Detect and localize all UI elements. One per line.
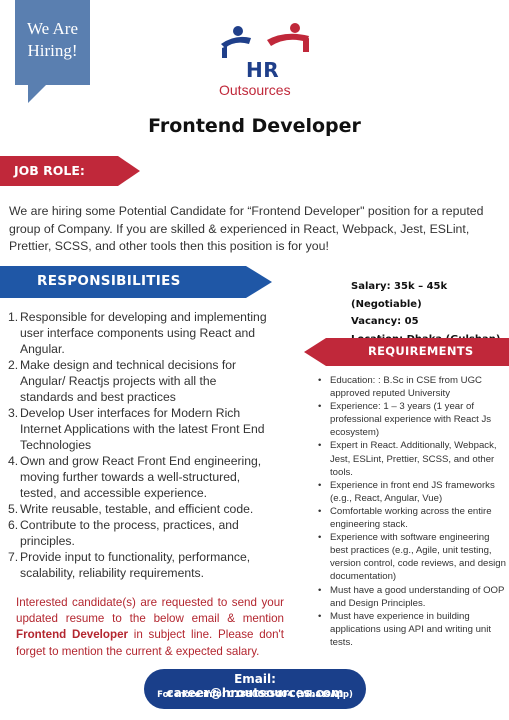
list-item: 7. Provide input to functionality, perfor… [8, 549, 270, 581]
bullet-icon: • [318, 584, 322, 596]
application-note-position: Frontend Developer [16, 628, 129, 642]
application-note: Interested candidate(s) are requested to… [16, 595, 284, 660]
logo-hr-text: HR [246, 58, 280, 82]
list-item-text: Must have a good understanding of OOP an… [330, 584, 505, 609]
list-item-number: 2. [8, 358, 19, 372]
list-item: • Education: : B.Sc in CSE from UGC appro… [318, 374, 508, 400]
intro-paragraph: We are hiring some Potential Candidate f… [9, 204, 484, 253]
list-item: • Experience: 1 – 3 years (1 year of prof… [318, 400, 508, 439]
list-item: • Comfortable working across the entire e… [318, 505, 508, 531]
vacancy-text: Vacancy: 05 [351, 316, 419, 327]
list-item-text: Must have experience in building applica… [330, 610, 492, 648]
list-item-text: Education: : B.Sc in CSE from UGC approv… [330, 375, 482, 400]
list-item-number: 1. [8, 310, 19, 324]
list-item: 4. Own and grow React Front End engineeri… [8, 453, 270, 501]
list-item-text: Responsible for developing and implement… [20, 310, 267, 356]
salary-text: Salary: 35k – 45k (Negotiable) [351, 281, 448, 310]
list-item-text: Experience in front end JS frameworks (e… [330, 479, 495, 504]
list-item: 5. Write reusable, testable, and efficien… [8, 501, 270, 517]
list-item-text: Provide input to functionality, performa… [20, 550, 251, 580]
list-item-text: Make design and technical decisions for … [20, 358, 237, 404]
list-item: • Expert in React. Additionally, Webpack,… [318, 439, 508, 478]
requirements-list: • Education: : B.Sc in CSE from UGC appro… [318, 374, 508, 649]
list-item-text: Develop User interfaces for Modern Rich … [20, 406, 265, 452]
list-item: 2. Make design and technical decisions fo… [8, 357, 270, 405]
list-item-text: Expert in React. Additionally, Webpack, … [330, 440, 497, 478]
hiring-badge-line2: Hiring! [27, 41, 78, 60]
list-item-text: Experience: 1 – 3 years (1 year of profe… [330, 401, 492, 439]
contact-phone-text: For more info: 01880085404 (WhatsApp) [157, 690, 353, 700]
list-item: 6. Contribute to the process, practices, … [8, 517, 270, 549]
list-item: • Must have experience in building applic… [318, 610, 508, 649]
job-title: Frontend Developer [148, 115, 361, 137]
list-item: 3. Develop User interfaces for Modern Ric… [8, 405, 270, 453]
bullet-icon: • [318, 440, 322, 452]
bullet-icon: • [318, 505, 322, 517]
list-item-number: 7. [8, 550, 19, 564]
responsibilities-heading: RESPONSIBILITIES [37, 273, 181, 289]
bullet-icon: • [318, 401, 322, 413]
list-item: • Experience in front end JS frameworks (… [318, 479, 508, 505]
list-item-number: 5. [8, 502, 19, 516]
job-role-heading: JOB ROLE: [14, 163, 85, 178]
list-item-number: 3. [8, 406, 19, 420]
bullet-icon: • [318, 479, 322, 491]
list-item: • Must have a good understanding of OOP a… [318, 584, 508, 610]
responsibilities-list: 1. Responsible for developing and impleme… [8, 309, 270, 581]
bullet-icon: • [318, 375, 322, 386]
list-item-number: 4. [8, 454, 19, 468]
bullet-icon: • [318, 610, 322, 622]
application-note-part1: Interested candidate(s) are requested to… [16, 596, 284, 626]
logo-outsources-text: Outsources [219, 82, 291, 98]
list-item-text: Experience with software engineering bes… [330, 532, 506, 583]
hiring-badge-tail [28, 85, 46, 103]
list-item-text: Own and grow React Front End engineering… [20, 454, 262, 500]
requirements-heading: REQUIREMENTS [368, 344, 474, 358]
list-item: • Experience with software engineering be… [318, 531, 508, 583]
list-item-number: 6. [8, 518, 19, 532]
bullet-icon: • [318, 532, 322, 544]
hiring-badge-text: We Are Hiring! [15, 18, 90, 62]
list-item: 1. Responsible for developing and impleme… [8, 309, 270, 357]
list-item-text: Contribute to the process, practices, an… [20, 518, 239, 548]
hiring-badge-line1: We Are [26, 19, 79, 38]
list-item-text: Comfortable working across the entire en… [330, 505, 492, 531]
list-item-text: Write reusable, testable, and efficient … [20, 502, 254, 516]
